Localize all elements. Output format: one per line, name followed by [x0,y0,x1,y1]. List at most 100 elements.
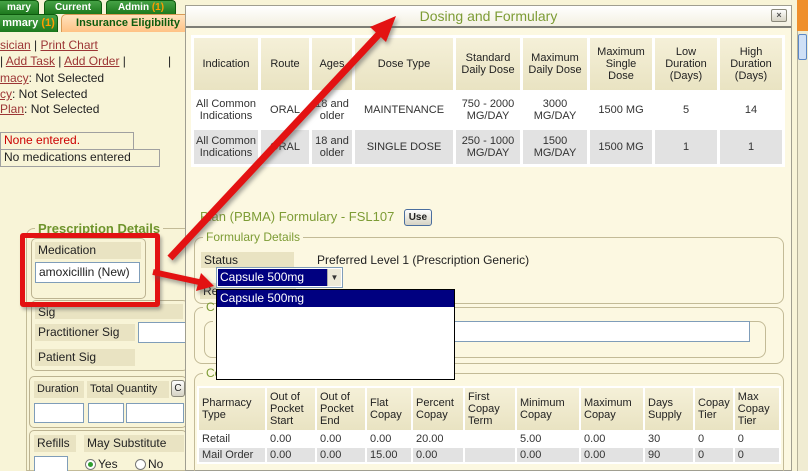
col-days-supply: Days Supply [645,388,693,430]
plan-formulary-line: Plan (PBMA) Formulary - FSL107 Use [200,209,432,226]
col-maximum-daily-dose: Maximum Daily Dose [523,38,587,90]
cell: 0.00 [517,448,579,462]
copay-table: Pharmacy Type Out of Pocket Start Out of… [197,386,781,464]
allergy-link[interactable]: cy [0,87,12,101]
cell: 750 - 2000 MG/DAY [456,93,520,127]
dosing-row-single-dose: All Common Indications ORAL 18 and older… [194,130,782,164]
chart-links-line1: sician | Print Chart [0,38,98,52]
cell: 1500 MG/DAY [523,130,587,164]
tab-insurance-eligibility[interactable]: Insurance Eligibility [61,14,195,32]
quantity-calc-button[interactable]: C [171,380,185,397]
physician-link[interactable]: sician [0,38,31,52]
duration-input[interactable] [34,403,84,423]
tab-summary-2[interactable]: mmary (1) [0,14,58,32]
cell: 0 [735,448,779,462]
medications-alert-box: No medications entered [0,149,160,167]
cell: 0.00 [317,448,365,462]
dosing-table: Indication Route Ages Dose Type Standard… [191,35,785,167]
substitute-no-option[interactable]: No [135,457,163,471]
col-pharmacy-type: Pharmacy Type [199,388,265,430]
yes-radio[interactable] [85,459,96,470]
dosing-formulary-dialog: Dosing and Formulary × Indication Route … [185,5,792,471]
allergies-alert-text: None entered. [4,133,80,147]
annotation-highlight-rect [20,233,160,307]
plan-formulary-title: Plan (PBMA) Formulary - FSL107 [200,209,394,224]
dropdown-option[interactable]: Capsule 500mg [217,290,454,307]
selection-value: : Not Selected [12,87,87,101]
use-button[interactable]: Use [404,209,432,226]
col-dose-type: Dose Type [355,38,453,90]
print-chart-link[interactable]: Print Chart [40,38,97,52]
col-minimum-copay: Minimum Copay [517,388,579,430]
chevron-down-icon[interactable]: ▼ [327,269,341,286]
combobox-selected-value: Capsule 500mg [218,269,327,286]
cell: 0.00 [267,432,315,446]
copay-row-retail: Retail 0.00 0.00 0.00 20.00 5.00 0.00 30… [199,432,779,446]
cell: 250 - 1000 MG/DAY [456,130,520,164]
col-first-copay-term: First Copay Term [465,388,515,430]
col-copay-tier: Copay Tier [695,388,733,430]
quantity-unit-input[interactable] [126,403,184,423]
selection-value: : Not Selected [29,71,104,85]
copay-row-mail-order: Mail Order 0.00 0.00 15.00 0.00 0.00 0.0… [199,448,779,462]
copay-details-fieldset: Copay Details Pharmacy Type Out of Pocke… [194,366,784,471]
plan-selection-line: Plan: Not Selected [0,102,99,116]
link-separator-far: | [168,54,171,68]
no-radio[interactable] [135,459,146,470]
cell: SINGLE DOSE [355,130,453,164]
cell: ORAL [261,93,309,127]
add-task-link[interactable]: Add Task [6,54,55,68]
allergies-alert-box: None entered. [0,132,134,150]
cell: All Common Indications [194,130,258,164]
cell: 18 and older [312,93,352,127]
tab-admin[interactable]: Admin (1) [106,0,176,14]
cell: 0.00 [581,448,643,462]
link-separator: | [31,38,41,52]
col-max-copay-tier: Max Copay Tier [735,388,779,430]
status-label: Status [201,252,294,268]
add-order-link[interactable]: Add Order [64,54,119,68]
col-ages: Ages [312,38,352,90]
cell: 0.00 [267,448,315,462]
tab-summary-top[interactable]: mary [0,0,39,14]
substitute-yes-option[interactable]: Yes [85,457,118,471]
col-indication: Indication [194,38,258,90]
col-maximum-copay: Maximum Copay [581,388,643,430]
tab-label: Current [55,2,91,13]
duration-quantity-box: Duration Total Quantity C [29,376,187,428]
total-quantity-input[interactable] [88,403,124,423]
cell: 15.00 [367,448,411,462]
cell: 30 [645,432,693,446]
cell: All Common Indications [194,93,258,127]
link-separator: | [119,54,125,68]
patient-sig-label: Patient Sig [35,349,135,366]
status-value: Preferred Level 1 (Prescription Generic) [317,253,529,267]
col-standard-daily-dose: Standard Daily Dose [456,38,520,90]
plan-link[interactable]: Plan [0,102,24,116]
col-flat-copay: Flat Copay [367,388,411,430]
duration-label: Duration [34,381,84,398]
pharmacy-link[interactable]: macy [0,71,29,85]
close-icon[interactable]: × [771,9,787,22]
no-label: No [148,457,163,471]
tab-label: mary [7,2,31,13]
cell: 5 [655,93,717,127]
refills-input[interactable] [34,456,68,471]
form-strength-combobox[interactable]: Capsule 500mg ▼ [216,267,343,288]
cell: 0.00 [317,432,365,446]
copay-header-row: Pharmacy Type Out of Pocket Start Out of… [199,388,779,430]
cell: 0.00 [413,448,463,462]
tab-count-badge: (1) [152,2,164,13]
screen: mary Current Admin (1) mmary (1) Insuran… [0,0,808,471]
cell: ORAL [261,130,309,164]
cell: MAINTENANCE [355,93,453,127]
col-low-duration: Low Duration (Days) [655,38,717,90]
tab-current[interactable]: Current [44,0,102,14]
strength-dropdown-list[interactable]: Capsule 500mg [216,289,455,380]
cell: 18 and older [312,130,352,164]
dialog-title: Dosing and Formulary [420,8,558,24]
cell: 20.00 [413,432,463,446]
tab-label: mmary [2,17,41,29]
dosing-row-maintenance: All Common Indications ORAL 18 and older… [194,93,782,127]
link-separator: | [55,54,64,68]
